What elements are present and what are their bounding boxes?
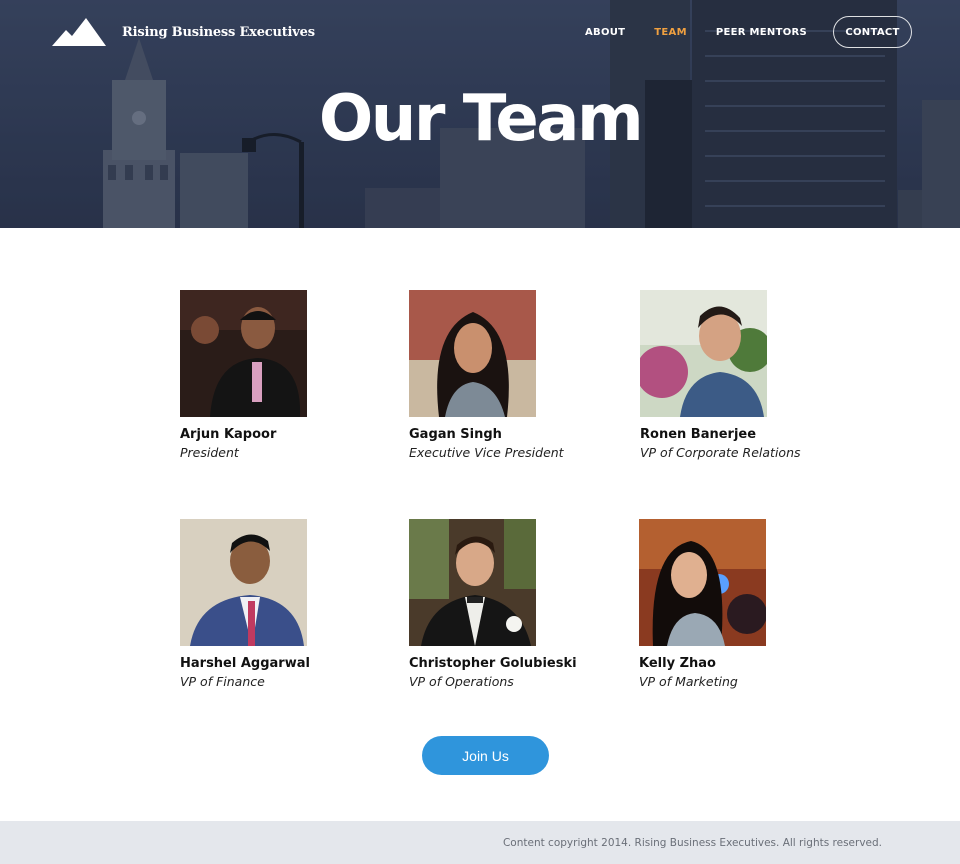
member-role: VP of Corporate Relations — [640, 445, 801, 460]
member-name: Christopher Golubieski — [409, 656, 577, 671]
member-role: Executive Vice President — [409, 445, 564, 460]
member-photo — [180, 290, 307, 417]
join-us-button[interactable]: Join Us — [422, 736, 549, 775]
member-photo — [639, 519, 766, 646]
team-member-card: Ronen Banerjee VP of Corporate Relations — [640, 290, 801, 460]
member-name: Arjun Kapoor — [180, 427, 277, 442]
member-role: VP of Operations — [409, 674, 514, 689]
nav-team-link[interactable]: TEAM — [654, 27, 687, 38]
site-footer: Content copyright 2014. Rising Business … — [0, 821, 960, 864]
member-name: Harshel Aggarwal — [180, 656, 310, 671]
main-nav: ABOUT TEAM PEER MENTORS CONTACT — [556, 16, 912, 48]
member-name: Ronen Banerjee — [640, 427, 757, 442]
page-title: Our Team — [318, 82, 644, 156]
member-photo — [409, 519, 536, 646]
nav-about-link[interactable]: ABOUT — [585, 27, 625, 38]
hero-banner: Rising Business Executives ABOUT TEAM PE… — [0, 0, 960, 228]
nav-contact-button[interactable]: CONTACT — [833, 16, 912, 48]
team-member-card: Christopher Golubieski VP of Operations — [409, 519, 577, 689]
member-photo — [409, 290, 536, 417]
nav-peer-mentors-link[interactable]: PEER MENTORS — [716, 27, 807, 38]
site-logo[interactable]: Rising Business Executives — [52, 18, 315, 46]
member-role: VP of Marketing — [639, 674, 738, 689]
team-member-card: Arjun Kapoor President — [180, 290, 307, 460]
member-role: VP of Finance — [180, 674, 265, 689]
member-name: Kelly Zhao — [639, 656, 716, 671]
team-member-card: Gagan Singh Executive Vice President — [409, 290, 564, 460]
member-photo — [640, 290, 767, 417]
team-member-card: Kelly Zhao VP of Marketing — [639, 519, 766, 689]
mountain-icon — [52, 18, 106, 46]
team-member-card: Harshel Aggarwal VP of Finance — [180, 519, 310, 689]
member-photo — [180, 519, 307, 646]
copyright-text: Content copyright 2014. Rising Business … — [502, 837, 882, 849]
member-name: Gagan Singh — [409, 427, 502, 442]
member-role: President — [180, 445, 239, 460]
brand-name: Rising Business Executives — [122, 24, 315, 40]
